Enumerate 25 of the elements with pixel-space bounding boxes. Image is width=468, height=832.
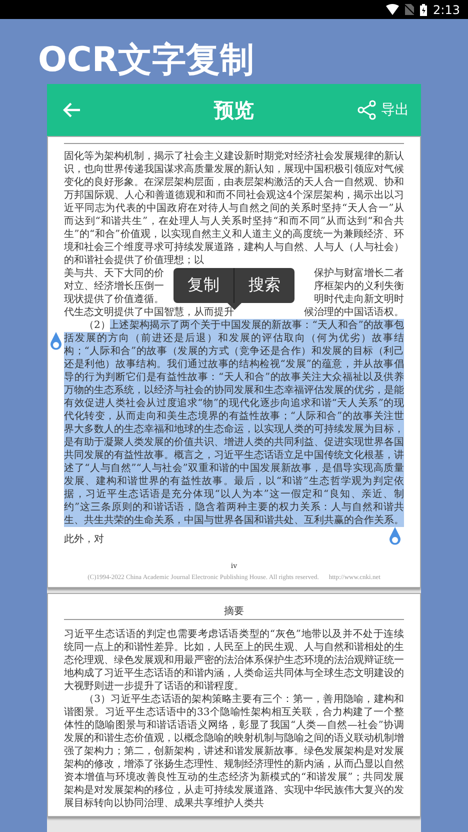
paragraph: 此外，对 — [64, 533, 104, 546]
text-line: 现状提供了价值遵循。 — [64, 293, 164, 306]
no-sim-icon — [405, 4, 414, 15]
text-line: 保护与财富增长二者 — [314, 267, 404, 280]
text-line: 美与共、天下大同的价 — [64, 267, 164, 280]
back-button[interactable] — [61, 100, 83, 120]
status-time: 2:13 — [433, 2, 460, 16]
preview-title: 预览 — [212, 96, 255, 124]
selection-handle[interactable] — [388, 527, 402, 547]
text-line: 候治理的中国话语权。 — [304, 306, 404, 319]
text-line: 明时代走向新文明时 — [314, 293, 404, 306]
app-title: OCR文字复制 — [38, 40, 254, 80]
paragraph: 固化等为架构机制，揭示了社会主义建设新时期党对经济社会发展规律的新认识，也向世界传递我国谋求高质量发展的新认知，展现中国积极引领应对气候变化的良好形象。在深层架构层面，由表层架构激活的天人合一自然观、协和万邦国际观、人心和善道德观和和而不同社会观这4个深层架构，揭示出以习近平同志为代表的中国政府在对待人与自然之间的关系时坚持“天人合一”从而达到“和谐共生”，在处理人与人关系时坚持“和而不同”从而达到“和合共生”的“和合”价值观，以实现自然主义和人道主义的高度统一为兼顾经济、环境和社会三个维度寻求可持续发展道路，建构人与自然、人与人（人与社会）的和谐社会提供了价值理想；以 — [64, 150, 404, 267]
paragraph: （3）习近平生态话语的架构策略主要有三个：第一，善用隐喻，建构和谐图景。习近平生态话语中的33个隐喻性架构相互关联，合力构建了一个整体性的隐喻图景与和谐话语语义网络，彰显了我国“人类—自然—社会”协调发展的和谐生态价值观，以概念隐喻的映射机制与隐喻之间的语义联动机制增强了架构力；第二，创新架构，讲述和谐发展新故事。绿色发展架构是对发展架构的修改，增添了张扬生态理性、规制经济理性的新内涵，从而凸显以自然资本增值与环境改善良性互动的生态经济为新模式的“和谐发展”；共同发展架构是对发展架构的移位，从走可持续发展道路、实现中华民族伟大复兴的发展目标转向以协同治理、成果共享维护人类共 — [64, 693, 404, 810]
page-header: 摘要 — [224, 606, 244, 617]
paragraph: 习近平生态话语的判定也需要考虑话语类型的“灰色”地带以及并不处于连续统同一点上的和谐性差异。比如，人民至上的民生观、人与自然和谐相处的生态伦理观、绿色发展观和用最严密的法治体系保护生态环境的法治观辩证统一地构成了习近平生态话语的和谐内涵，人类命运共同体与全球生态文明建设的大视野则进一步提升了话语的和谐程度。 — [64, 628, 404, 693]
selection-handle[interactable] — [49, 332, 63, 352]
text-line: 对立、经济增长压倒一 — [64, 280, 164, 293]
back-arrow-icon — [63, 102, 81, 118]
text-line: 序框架内的义利失衡 — [314, 280, 404, 293]
popup-action[interactable]: 复制 — [174, 268, 234, 303]
battery-icon — [420, 4, 428, 16]
share-icon — [357, 100, 377, 120]
text-line: 代生态文明提供了中国智慧，从而提升 — [64, 306, 234, 319]
wifi-icon — [386, 4, 400, 15]
